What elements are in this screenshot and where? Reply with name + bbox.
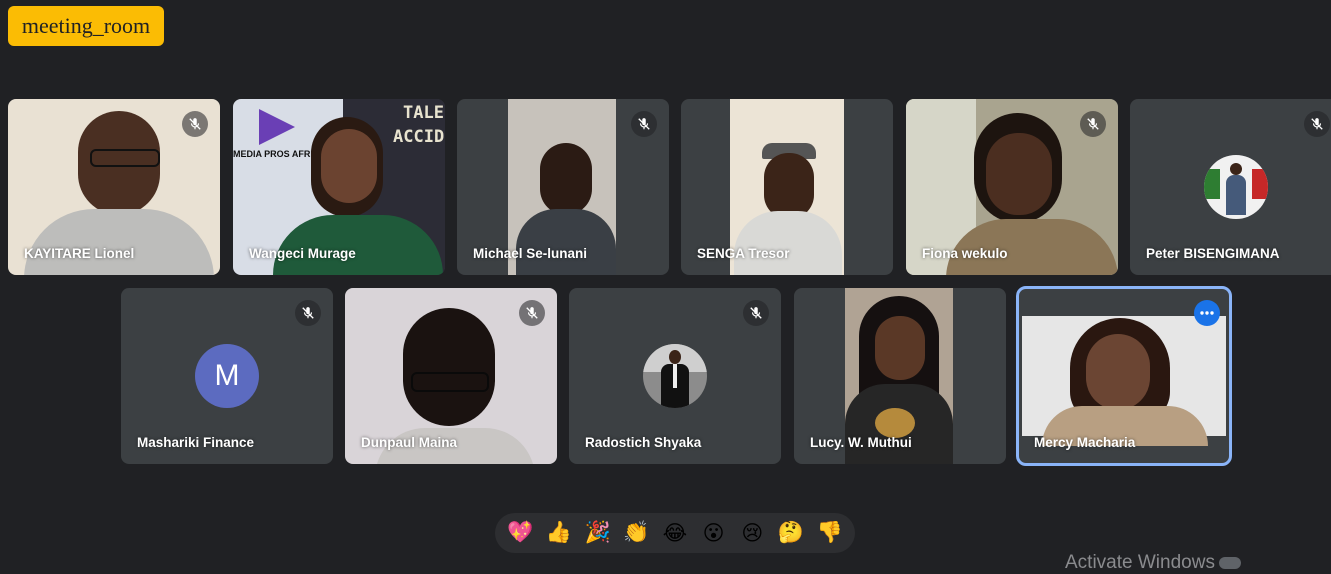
participant-name: Peter BISENGIMANA bbox=[1146, 246, 1280, 261]
participant-name: Radostich Shyaka bbox=[585, 435, 702, 450]
clapping-hands-icon[interactable]: 👏 bbox=[619, 516, 653, 550]
participant-video bbox=[1022, 316, 1226, 446]
mic-off-icon bbox=[519, 300, 545, 326]
mic-off-icon bbox=[1304, 111, 1330, 137]
mic-off-icon bbox=[743, 300, 769, 326]
participant-tile-peter[interactable]: Peter BISENGIMANA bbox=[1130, 99, 1331, 275]
activate-windows-watermark: Activate Windows bbox=[1065, 552, 1241, 574]
participant-name: Mercy Macharia bbox=[1034, 435, 1136, 450]
tears-of-joy-icon[interactable]: 😂 bbox=[658, 516, 692, 550]
poster-text: ACCID bbox=[393, 127, 445, 147]
participant-tile-kayitare[interactable]: KAYITARE Lionel bbox=[8, 99, 220, 275]
sparkling-heart-icon[interactable]: 💖 bbox=[503, 516, 537, 550]
watermark-text: Activate Windows bbox=[1065, 552, 1215, 573]
participant-name: Mashariki Finance bbox=[137, 435, 255, 450]
poster-text: TALE bbox=[403, 103, 444, 123]
participant-tile-fiona[interactable]: Fiona wekulo bbox=[906, 99, 1118, 275]
avatar bbox=[1204, 155, 1268, 219]
participant-name: KAYITARE Lionel bbox=[24, 246, 135, 261]
participant-name: Fiona wekulo bbox=[922, 246, 1008, 261]
thumbs-up-icon[interactable]: 👍 bbox=[542, 516, 576, 550]
party-popper-icon[interactable]: 🎉 bbox=[581, 516, 615, 550]
watermark-pill bbox=[1218, 556, 1241, 569]
mic-off-icon bbox=[295, 300, 321, 326]
more-dots-icon bbox=[1200, 311, 1214, 315]
poster-text: MEDIA PROS AFRIC bbox=[233, 149, 320, 159]
mic-off-icon bbox=[182, 111, 208, 137]
participant-name: SENGA Tresor bbox=[697, 246, 790, 261]
participant-tile-radostich[interactable]: Radostich Shyaka bbox=[569, 288, 781, 464]
participant-tile-wangeci[interactable]: MEDIA PROS AFRIC TALE ACCID Wangeci Mura… bbox=[233, 99, 445, 275]
thinking-face-icon[interactable]: 🤔 bbox=[774, 516, 808, 550]
participant-tile-michael[interactable]: Michael Se-lunani bbox=[457, 99, 669, 275]
meeting-room-badge: meeting_room bbox=[8, 6, 164, 46]
participant-tile-mashariki[interactable]: M Mashariki Finance bbox=[121, 288, 333, 464]
crying-face-icon[interactable]: 😢 bbox=[735, 516, 769, 550]
participant-name: Wangeci Murage bbox=[249, 246, 356, 261]
participant-tile-senga[interactable]: SENGA Tresor bbox=[681, 99, 893, 275]
avatar bbox=[643, 344, 707, 408]
participant-name: Michael Se-lunani bbox=[473, 246, 588, 261]
participant-tile-dunpaul[interactable]: Dunpaul Maina bbox=[345, 288, 557, 464]
thumbs-down-icon[interactable]: 👎 bbox=[813, 516, 847, 550]
mic-off-icon bbox=[1080, 111, 1106, 137]
more-options-button[interactable] bbox=[1194, 300, 1220, 326]
participant-tile-mercy[interactable]: Mercy Macharia bbox=[1016, 286, 1232, 466]
reactions-bar: 💖 👍 🎉 👏 😂 😮 😢 🤔 👎 bbox=[495, 513, 855, 553]
participant-name: Lucy. W. Muthui bbox=[810, 435, 912, 450]
surprised-face-icon[interactable]: 😮 bbox=[697, 516, 731, 550]
avatar: M bbox=[195, 344, 259, 408]
participant-tile-lucy[interactable]: Lucy. W. Muthui bbox=[794, 288, 1006, 464]
mic-off-icon bbox=[631, 111, 657, 137]
participant-name: Dunpaul Maina bbox=[361, 435, 458, 450]
